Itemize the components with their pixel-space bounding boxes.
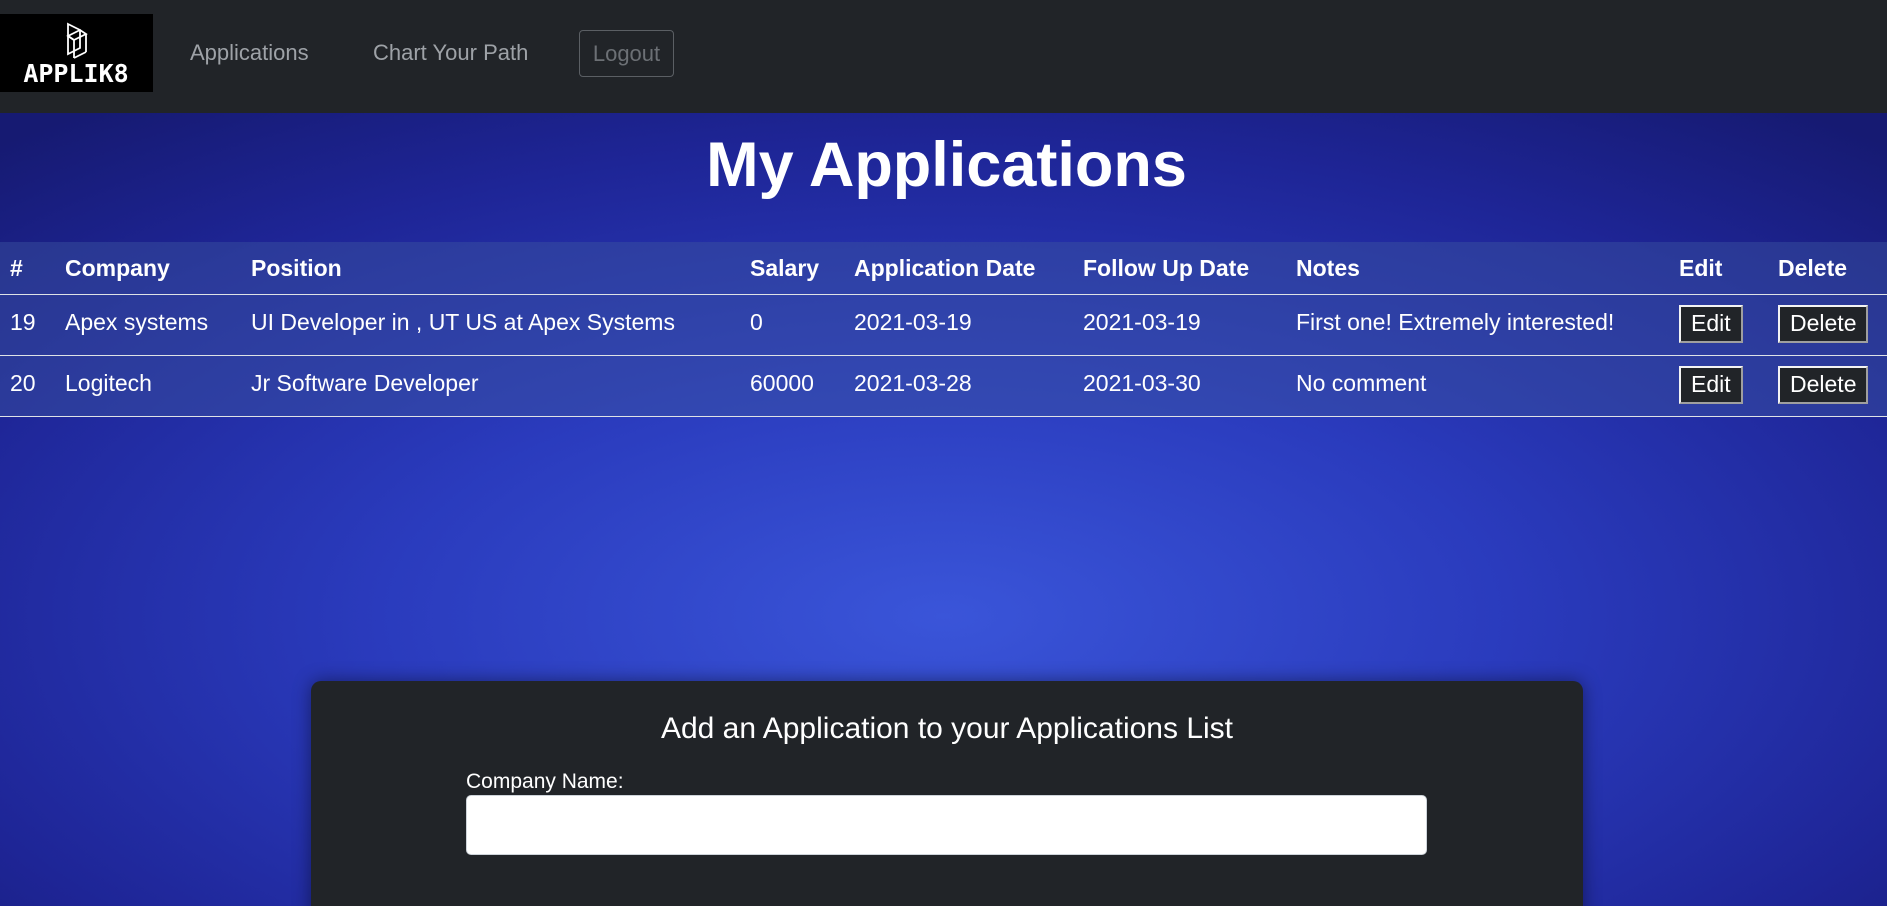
header-notes: Notes (1286, 242, 1669, 295)
cell-company: Apex systems (55, 294, 241, 356)
header-position: Position (241, 242, 740, 295)
header-salary: Salary (740, 242, 844, 295)
header-number: # (0, 242, 55, 295)
cell-salary: 60000 (740, 355, 844, 417)
cell-edit: Edit (1669, 294, 1768, 356)
table-row: 20 Logitech Jr Software Developer 60000 … (0, 355, 1887, 417)
delete-button[interactable]: Delete (1778, 365, 1869, 404)
header-delete: Delete (1768, 242, 1887, 295)
cell-position: UI Developer in , UT US at Apex Systems (241, 294, 740, 356)
cell-notes: No comment (1286, 355, 1669, 417)
table-row: 19 Apex systems UI Developer in , UT US … (0, 294, 1887, 356)
header-edit: Edit (1669, 242, 1768, 295)
table-header-row: # Company Position Salary Application Da… (0, 242, 1887, 295)
logo-text: APPLIK8 (23, 59, 128, 88)
cell-position: Jr Software Developer (241, 355, 740, 417)
cell-delete: Delete (1768, 355, 1887, 417)
header-application-date: Application Date (844, 242, 1073, 295)
cell-notes: First one! Extremely interested! (1286, 294, 1669, 356)
applications-table-container: # Company Position Salary Application Da… (0, 242, 1887, 417)
logo[interactable]: APPLIK8 (0, 14, 153, 92)
edit-button[interactable]: Edit (1679, 304, 1743, 343)
applications-table: # Company Position Salary Application Da… (0, 242, 1887, 417)
page-title: My Applications (706, 130, 1187, 200)
nav-link-applications[interactable]: Applications (190, 40, 309, 66)
cell-delete: Delete (1768, 294, 1887, 356)
cell-number: 20 (0, 355, 55, 417)
logout-button[interactable]: Logout (579, 30, 674, 77)
header-follow-up-date: Follow Up Date (1073, 242, 1286, 295)
edit-button[interactable]: Edit (1679, 365, 1743, 404)
form-title: Add an Application to your Applications … (660, 712, 1234, 745)
cell-number: 19 (0, 294, 55, 356)
company-name-input[interactable] (466, 795, 1427, 855)
cell-salary: 0 (740, 294, 844, 356)
cell-application-date: 2021-03-28 (844, 355, 1073, 417)
cell-follow-up-date: 2021-03-30 (1073, 355, 1286, 417)
delete-button[interactable]: Delete (1778, 304, 1869, 343)
navbar: APPLIK8 Applications Chart Your Path Log… (0, 0, 1887, 113)
nav-link-chart-your-path[interactable]: Chart Your Path (373, 40, 528, 66)
cell-company: Logitech (55, 355, 241, 417)
cell-edit: Edit (1669, 355, 1768, 417)
cell-follow-up-date: 2021-03-19 (1073, 294, 1286, 356)
company-name-label: Company Name: (466, 770, 624, 793)
cell-application-date: 2021-03-19 (844, 294, 1073, 356)
add-application-form: Add an Application to your Applications … (311, 681, 1583, 906)
logo-icon (66, 22, 88, 59)
header-company: Company (55, 242, 241, 295)
